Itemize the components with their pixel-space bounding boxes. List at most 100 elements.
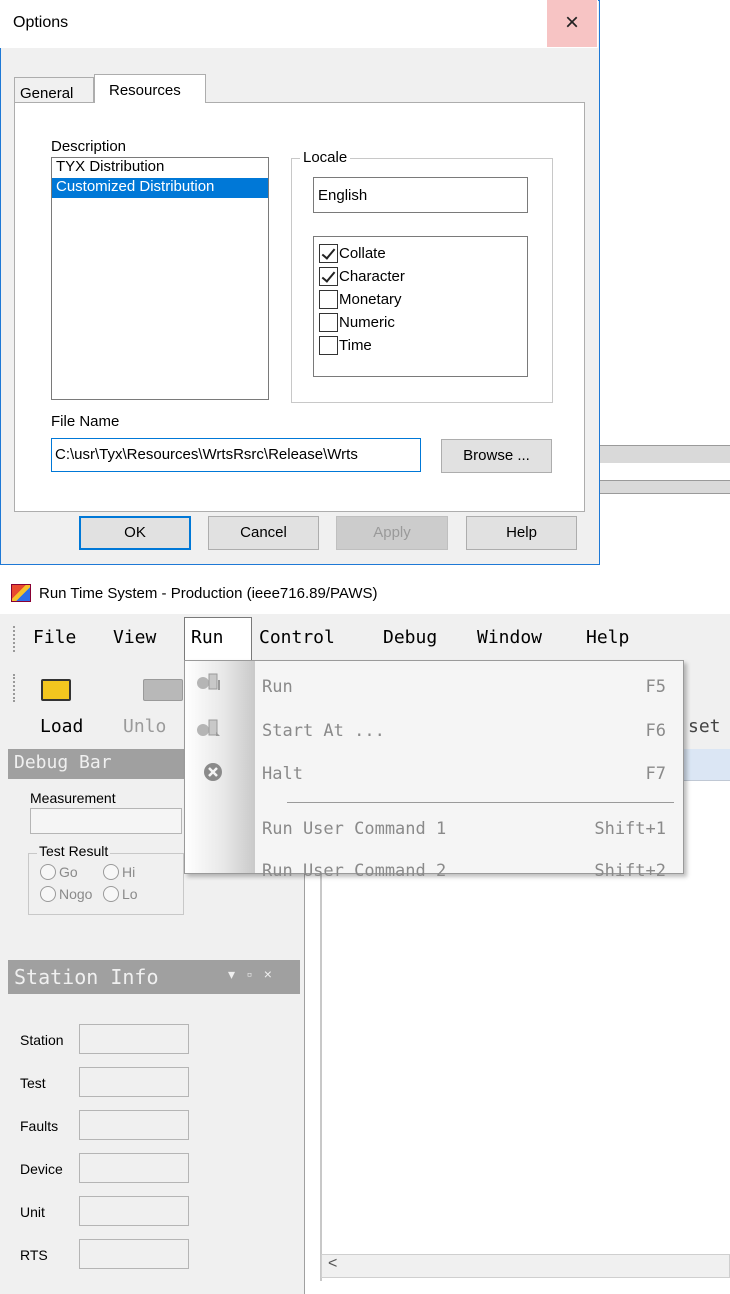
menu-run[interactable]: Run — [191, 627, 224, 648]
description-list[interactable]: TYX Distribution Customized Distribution — [51, 157, 269, 400]
character-label: Character — [339, 268, 405, 285]
options-title-bar[interactable] — [0, 0, 598, 48]
go-radio[interactable]: Go — [40, 864, 78, 880]
start-at-icon — [197, 719, 220, 736]
numeric-checkbox-row[interactable]: Numeric — [314, 311, 527, 334]
halt-icon — [204, 763, 222, 781]
close-icon: × — [564, 9, 579, 36]
station-field — [79, 1024, 189, 1054]
toolbar-grip-icon[interactable] — [13, 674, 15, 702]
radio-icon — [40, 864, 56, 880]
list-item[interactable]: Customized Distribution — [52, 178, 268, 198]
app-icon — [11, 584, 31, 602]
unit-label: Unit — [20, 1204, 45, 1220]
collate-label: Collate — [339, 245, 386, 262]
menu-control[interactable]: Control — [259, 627, 335, 648]
faults-field — [79, 1110, 189, 1140]
cancel-button[interactable]: Cancel — [208, 516, 319, 550]
user-command-2-shortcut: Shift+2 — [594, 861, 666, 881]
browse-button[interactable]: Browse ... — [441, 439, 552, 473]
load-button[interactable]: Load — [40, 716, 83, 737]
apply-button[interactable]: Apply — [336, 516, 448, 550]
menu-file[interactable]: File — [33, 627, 76, 648]
lo-radio[interactable]: Lo — [103, 886, 138, 902]
lo-label: Lo — [122, 886, 138, 902]
time-checkbox-row[interactable]: Time — [314, 334, 527, 357]
test-result-group — [28, 853, 184, 915]
ok-button[interactable]: OK — [79, 516, 191, 550]
close-button[interactable]: × — [547, 0, 597, 47]
menu-help[interactable]: Help — [586, 627, 629, 648]
character-checkbox[interactable] — [319, 267, 338, 286]
file-name-input[interactable]: C:\usr\Tyx\Resources\WrtsRsrc\Release\Wr… — [51, 438, 421, 472]
monetary-label: Monetary — [339, 291, 402, 308]
run-menu-item-start-at[interactable]: Start At ... — [262, 721, 385, 741]
numeric-checkbox[interactable] — [319, 313, 338, 332]
device-field — [79, 1153, 189, 1183]
measurement-field — [30, 808, 182, 834]
locale-label: Locale — [300, 149, 351, 166]
character-checkbox-row[interactable]: Character — [314, 265, 527, 288]
debug-bar-title[interactable]: Debug Bar — [8, 749, 186, 779]
numeric-label: Numeric — [339, 314, 395, 331]
hi-label: Hi — [122, 864, 136, 880]
run-icon — [197, 673, 220, 690]
list-item[interactable]: TYX Distribution — [52, 158, 268, 178]
nogo-label: Nogo — [59, 886, 93, 902]
rts-title: Run Time System - Production (ieee716.89… — [39, 585, 378, 602]
unload-icon[interactable] — [143, 679, 183, 701]
time-label: Time — [339, 337, 372, 354]
locale-checklist[interactable]: Collate Character Monetary Numeric Time — [313, 236, 528, 377]
horizontal-scrollbar[interactable] — [321, 1254, 730, 1278]
window-gap — [0, 565, 730, 573]
nogo-radio[interactable]: Nogo — [40, 886, 92, 902]
run-menu-item-user-command-2[interactable]: Run User Command 2 — [262, 861, 446, 881]
menu-view[interactable]: View — [113, 627, 156, 648]
start-at-shortcut: F6 — [645, 721, 666, 741]
rts-label: RTS — [20, 1247, 48, 1263]
radio-icon — [103, 886, 119, 902]
hi-radio[interactable]: Hi — [103, 864, 135, 880]
measurement-label: Measurement — [30, 790, 116, 806]
test-field — [79, 1067, 189, 1097]
test-result-label: Test Result — [37, 843, 111, 859]
background-window-bar — [600, 445, 730, 463]
time-checkbox[interactable] — [319, 336, 338, 355]
description-label: Description — [51, 138, 127, 155]
tab-resources[interactable]: Resources — [94, 74, 206, 103]
load-icon[interactable] — [41, 679, 71, 701]
file-name-label: File Name — [51, 413, 120, 430]
faults-label: Faults — [20, 1118, 59, 1134]
scroll-left-icon[interactable]: < — [328, 1255, 337, 1273]
test-label: Test — [20, 1075, 46, 1091]
reset-button[interactable]: set — [688, 716, 721, 737]
run-shortcut: F5 — [645, 677, 666, 697]
radio-icon — [40, 886, 56, 902]
locale-field[interactable]: English — [313, 177, 528, 213]
collate-checkbox[interactable] — [319, 244, 338, 263]
unload-button[interactable]: Unlo — [123, 716, 166, 737]
help-button[interactable]: Help — [466, 516, 577, 550]
menu-debug[interactable]: Debug — [383, 627, 437, 648]
halt-shortcut: F7 — [645, 764, 666, 784]
device-label: Device — [20, 1161, 63, 1177]
radio-icon — [103, 864, 119, 880]
unit-field — [79, 1196, 189, 1226]
rts-field — [79, 1239, 189, 1269]
menu-separator — [287, 802, 674, 803]
go-label: Go — [59, 864, 78, 880]
options-title: Options — [13, 14, 69, 31]
menu-window[interactable]: Window — [477, 627, 542, 648]
dock-controls-icon[interactable]: ▾ ▫ × — [228, 966, 276, 983]
monetary-checkbox[interactable] — [319, 290, 338, 309]
user-command-1-shortcut: Shift+1 — [594, 819, 666, 839]
run-menu-item-halt[interactable]: Halt — [262, 764, 303, 784]
menubar-grip-icon[interactable] — [13, 626, 15, 652]
background-window-bar — [600, 480, 730, 494]
collate-checkbox-row[interactable]: Collate — [314, 242, 527, 265]
run-menu-item-run[interactable]: Run — [262, 677, 293, 697]
run-menu-item-user-command-1[interactable]: Run User Command 1 — [262, 819, 446, 839]
monetary-checkbox-row[interactable]: Monetary — [314, 288, 527, 311]
station-label: Station — [20, 1032, 64, 1048]
tab-general[interactable]: General — [14, 77, 94, 102]
